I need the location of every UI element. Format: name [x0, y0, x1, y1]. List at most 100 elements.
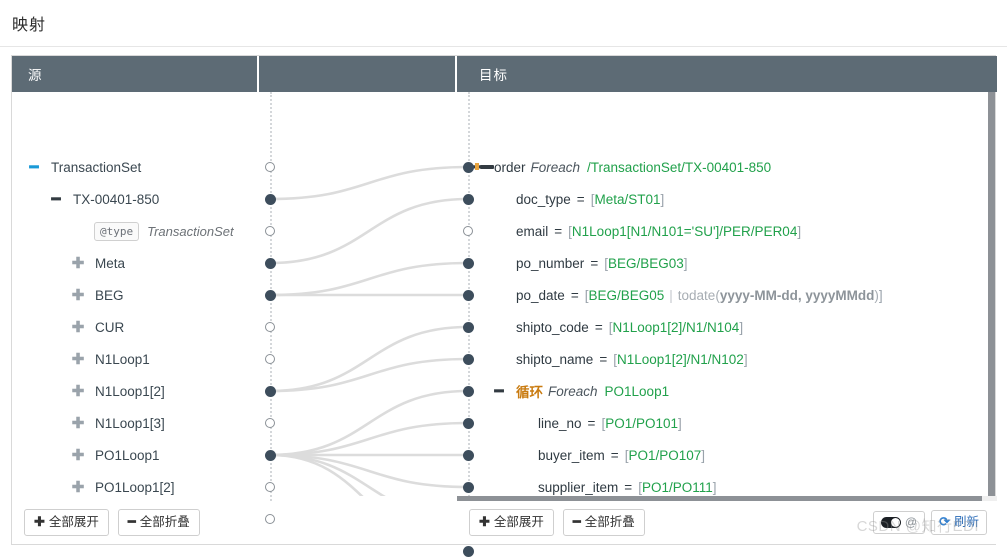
source-tree-row[interactable]: @type TransactionSet — [12, 215, 259, 247]
target-header-label: 目标 — [479, 68, 508, 83]
source-tree-row[interactable]: ✚ BEG — [12, 279, 259, 311]
source-node-label: TX-00401-850 — [73, 191, 160, 207]
source-tree-row[interactable]: ✚ N1Loop1 — [12, 343, 259, 375]
mapping-link[interactable] — [269, 261, 469, 297]
target-tree[interactable]: ━ order Foreach/TransactionSet/TX-00401-85… — [457, 92, 997, 501]
expand-toggle-icon[interactable]: ✚ — [70, 286, 86, 304]
mapping-link[interactable] — [269, 453, 468, 496]
target-tree-row[interactable]: doc_type =[Meta/ST01] — [457, 183, 997, 215]
mapping-expression: PO1/PO107 — [628, 447, 702, 463]
target-tree-row[interactable]: po_date =[BEG/BEG05 | todate(yyyy-MM-dd, yy… — [457, 279, 997, 311]
attribute-chip: @type — [94, 221, 140, 241]
target-tree-row[interactable]: shipto_code =[N1Loop1[2]/N1/N104] — [457, 311, 997, 343]
collapse-toggle-icon[interactable]: ━ — [48, 190, 64, 208]
target-connector-dot[interactable] — [462, 545, 474, 557]
mapping-expression: N1Loop1[2]/N1/N104 — [612, 319, 740, 335]
expand-toggle-icon[interactable]: ✚ — [70, 318, 86, 336]
expression-close-bracket: ] — [660, 191, 665, 207]
expression-close-bracket: ] — [797, 223, 802, 239]
source-node-label: PO1Loop1[2] — [95, 479, 175, 495]
source-node-label: BEG — [95, 287, 124, 303]
refresh-button[interactable]: ⟳ 刷新 — [931, 510, 987, 535]
expression-close-bracket: ] — [701, 447, 706, 463]
target-field-name: shipto_name — [516, 351, 594, 367]
vertical-scrollbar[interactable] — [988, 92, 995, 496]
source-connector-dot[interactable] — [265, 514, 275, 524]
source-tree-row[interactable]: ✚ N1Loop1[2] — [12, 375, 259, 407]
toggle-switch-icon — [880, 517, 901, 529]
source-node-label: TransactionSet — [51, 159, 142, 175]
expression-close-bracket: ] — [743, 351, 748, 367]
source-tree-row[interactable]: ━ TX-00401-850 — [12, 183, 259, 215]
target-tree-row[interactable]: ━ order Foreach/TransactionSet/TX-00401-85… — [457, 151, 997, 183]
collapse-toggle-icon[interactable]: ━ — [26, 158, 42, 176]
target-field-name: po_number — [516, 255, 585, 271]
target-tree-row[interactable]: buyer_item =[PO1/PO107] — [457, 439, 997, 471]
source-tree[interactable]: ━ TransactionSet ━ TX-00401-850 @type Transac… — [12, 92, 259, 501]
source-tree-row[interactable]: ✚ PO1Loop1[2] — [12, 471, 259, 501]
source-node-label: CUR — [95, 319, 125, 335]
expression-close-bracket: ] — [878, 287, 883, 303]
target-expand-all-button[interactable]: ✚ 全部展开 — [469, 509, 554, 536]
target-column-header: 目标 — [457, 56, 997, 92]
target-tree-row[interactable]: line_no =[PO1/PO101] — [457, 407, 997, 439]
target-footer-toolbar: ✚ 全部展开 ━ 全部折叠 @ ⟳ 刷新 — [457, 501, 997, 544]
mapping-link[interactable] — [269, 421, 469, 457]
mapping-editor: 源 目标 ━ TransactionSet ━ TX-00401-850 @type Tr… — [11, 55, 997, 557]
expand-toggle-icon[interactable]: ✚ — [70, 414, 86, 432]
target-tree-row[interactable]: email =[N1Loop1[N1/N101='SU']/PER/PER04] — [457, 215, 997, 247]
minus-icon: ━ — [572, 514, 581, 530]
expand-toggle-icon[interactable]: ✚ — [70, 254, 86, 272]
target-tree-row[interactable]: shipto_name =[N1Loop1[2]/N1/N102] — [457, 343, 997, 375]
source-collapse-all-button[interactable]: ━ 全部折叠 — [117, 509, 200, 536]
expand-toggle-icon[interactable]: ✚ — [70, 350, 86, 368]
source-tree-row[interactable]: ✚ N1Loop1[3] — [12, 407, 259, 439]
mapping-link[interactable] — [269, 453, 469, 489]
collapse-toggle-icon[interactable]: ━ — [491, 382, 507, 400]
mapping-expression: N1Loop1[2]/N1/N102 — [616, 351, 744, 367]
assignment-operator: = — [594, 319, 603, 335]
source-tree-row[interactable]: ✚ Meta — [12, 247, 259, 279]
source-header-label: 源 — [28, 68, 43, 83]
assignment-operator: = — [587, 415, 596, 431]
mapping-expression: PO1/PO111 — [641, 479, 713, 495]
target-field-name: doc_type — [516, 191, 571, 207]
loop-keyword-label: 循环 — [516, 385, 543, 400]
source-expand-all-button[interactable]: ✚ 全部展开 — [24, 509, 109, 536]
assignment-operator: = — [570, 287, 579, 303]
attribute-value: TransactionSet — [147, 223, 234, 239]
show-annotations-toggle-button[interactable]: @ — [872, 510, 926, 535]
expand-toggle-icon[interactable]: ✚ — [70, 446, 86, 464]
expand-toggle-icon[interactable]: ✚ — [70, 478, 86, 496]
mapping-link[interactable] — [269, 453, 468, 496]
target-tree-row[interactable]: po_number =[BEG/BEG03] — [457, 247, 997, 279]
refresh-icon: ⟳ — [939, 514, 950, 530]
source-column-header: 源 — [12, 56, 259, 92]
source-node-label: PO1Loop1 — [95, 447, 160, 463]
minus-icon: ━ — [127, 514, 136, 530]
source-node-label: N1Loop1 — [95, 351, 150, 367]
collapse-toggle-icon[interactable]: ━ — [469, 158, 485, 176]
target-collapse-all-label: 全部折叠 — [584, 515, 635, 530]
assignment-operator: = — [554, 223, 563, 239]
mapping-expression: PO1/PO101 — [605, 415, 678, 431]
at-icon: @ — [904, 514, 918, 529]
source-tree-row[interactable]: ✚ CUR — [12, 311, 259, 343]
target-collapse-all-button[interactable]: ━ 全部折叠 — [562, 509, 645, 536]
page-title-bar: 映射 — [0, 0, 1007, 47]
source-node-label: Meta — [95, 255, 126, 271]
target-tree-row[interactable]: ━ 循环 Foreach PO1Loop1 — [457, 375, 997, 407]
mapping-link[interactable] — [269, 357, 469, 393]
target-field-name: email — [516, 223, 549, 239]
mapping-link[interactable] — [269, 197, 469, 265]
expand-toggle-icon[interactable]: ✚ — [70, 382, 86, 400]
source-collapse-all-label: 全部折叠 — [139, 515, 190, 530]
refresh-label: 刷新 — [953, 515, 979, 530]
target-field-name: shipto_code — [516, 319, 589, 335]
source-tree-row[interactable]: ━ TransactionSet — [12, 151, 259, 183]
assignment-operator: = — [590, 255, 599, 271]
target-field-name: po_date — [516, 287, 565, 303]
source-tree-row[interactable]: ✚ PO1Loop1 — [12, 439, 259, 471]
mapping-link[interactable] — [269, 165, 469, 201]
source-node-label: N1Loop1[3] — [95, 415, 165, 431]
